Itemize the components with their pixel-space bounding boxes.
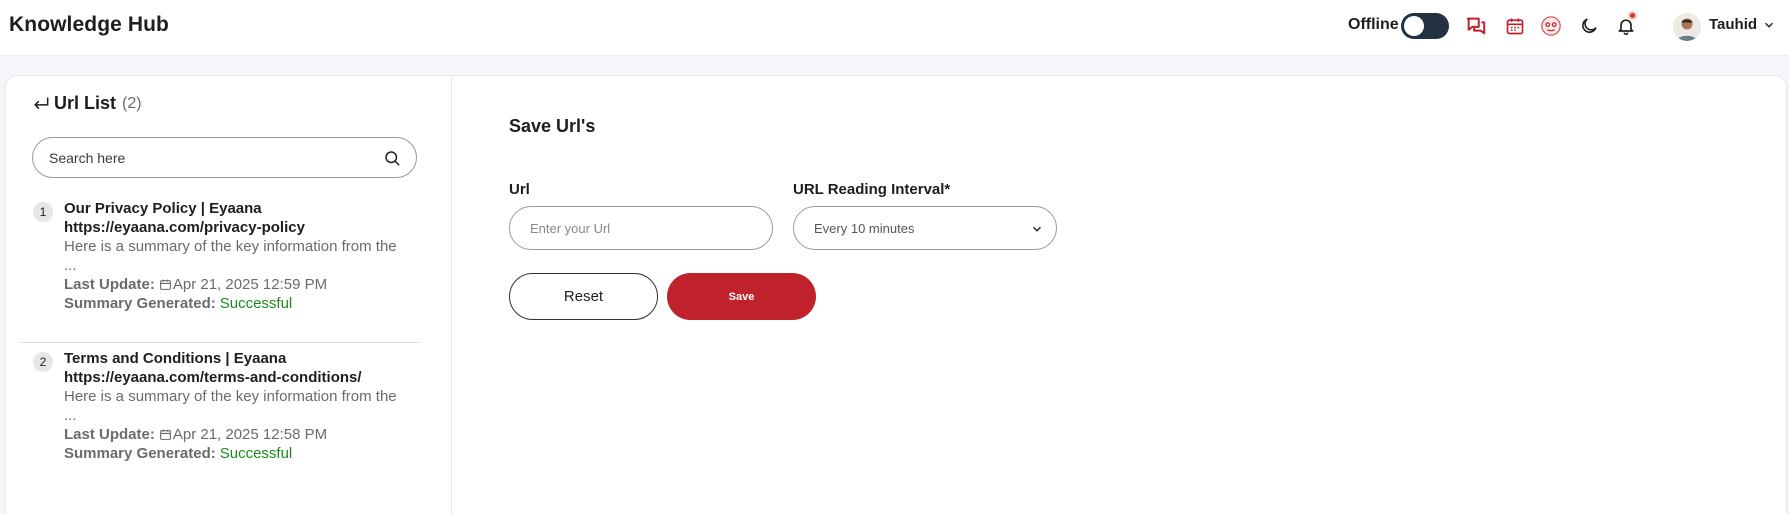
item-summary: Here is a summary of the key information… [64,388,397,424]
list-divider [20,342,421,343]
app-title: Knowledge Hub [9,13,169,36]
url-input[interactable] [509,206,773,250]
summary-status-row: Summary Generated: Successful [64,444,404,463]
item-body: Terms and Conditions | Eyaana https://ey… [64,349,404,463]
save-url-form: Save Url's Url URL Reading Interval* Eve… [452,76,1786,514]
summary-status: Successful [219,295,293,312]
reset-button[interactable]: Reset [509,273,658,320]
main-card: Url List (2) 1 Our Privacy Policy | Eyaa… [5,75,1787,514]
summary-generated-label: Summary Generated: [64,295,216,312]
chevron-down-icon[interactable] [1762,18,1776,32]
item-number: 2 [33,352,53,372]
item-url[interactable]: https://eyaana.com/privacy-policy [64,218,404,237]
url-field-label: Url [509,181,530,198]
interval-select[interactable]: Every 10 minutes [793,206,1057,250]
chat-icon[interactable] [1464,14,1488,38]
toggle-knob [1404,16,1424,36]
url-list-count: (2) [122,94,142,112]
back-arrow-icon[interactable] [31,94,51,114]
summary-generated-label: Summary Generated: [64,445,216,462]
user-name[interactable]: Tauhid [1709,16,1757,33]
search-icon[interactable] [383,149,401,167]
item-title: Our Privacy Policy | Eyaana [64,200,262,217]
form-title: Save Url's [509,116,596,136]
offline-toggle[interactable] [1401,13,1449,39]
last-update-row: Last Update: Apr 21, 2025 12:59 PM [64,275,404,294]
last-update-value: Apr 21, 2025 12:58 PM [172,426,328,443]
calendar-small-icon [159,429,171,440]
summary-status: Successful [219,445,293,462]
interval-selected-value: Every 10 minutes [814,221,915,236]
save-button[interactable]: Save [667,273,816,320]
bell-icon[interactable] [1614,11,1638,38]
chevron-down-icon [1033,226,1041,232]
last-update-label: Last Update: [64,276,155,293]
user-avatar[interactable] [1673,13,1701,41]
url-list-title: Url List [54,93,117,113]
interval-field-label: URL Reading Interval* [793,181,951,198]
offline-label: Offline [1348,16,1399,33]
search-box [32,137,417,178]
last-update-value: Apr 21, 2025 12:59 PM [172,276,328,293]
url-list-header: Url List (2) [31,93,142,114]
item-title: Terms and Conditions | Eyaana [64,350,287,367]
search-input[interactable] [49,147,369,169]
top-bar: Knowledge Hub Offline Tauhid [0,0,1789,56]
item-body: Our Privacy Policy | Eyaana https://eyaa… [64,199,404,313]
item-url[interactable]: https://eyaana.com/terms-and-conditions/ [64,368,404,387]
calendar-icon[interactable] [1503,14,1527,38]
summary-status-row: Summary Generated: Successful [64,294,404,313]
bot-avatar-icon[interactable] [1539,14,1563,38]
last-update-label: Last Update: [64,426,155,443]
url-list-panel: Url List (2) 1 Our Privacy Policy | Eyaa… [6,76,452,514]
last-update-row: Last Update: Apr 21, 2025 12:58 PM [64,425,404,444]
notification-dot [1628,11,1637,20]
calendar-small-icon [159,279,171,290]
item-summary: Here is a summary of the key information… [64,238,397,274]
item-number: 1 [33,202,53,222]
moon-icon[interactable] [1577,14,1601,38]
